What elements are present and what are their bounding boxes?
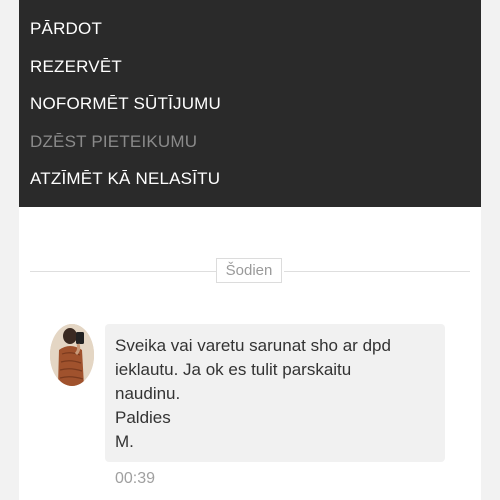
menu-item-reserve[interactable]: REZERVĒT [30,57,122,77]
menu-item-delete-request: DZĒST PIETEIKUMU [30,132,198,151]
message-bubble[interactable]: Sveika vai varetu sarunat sho ar dpd iek… [105,324,445,462]
message-line: Paldies [115,408,171,427]
menu-item-sell[interactable]: PĀRDOT [30,19,102,39]
avatar-photo-icon [50,324,94,386]
message-timestamp: 00:39 [115,470,156,487]
date-separator: Šodien [216,258,282,283]
avatar[interactable] [50,324,94,386]
context-menu: PĀRDOT REZERVĒT NOFORMĒT SŪTĪJUMU DZĒST … [19,0,481,207]
message-text: Sveika vai varetu sarunat sho ar dpd iek… [115,334,435,454]
message-line: ieklautu. Ja ok es tulit parskaitu [115,360,352,379]
menu-item-mark-unread[interactable]: ATZĪMĒT KĀ NELASĪTU [30,169,220,189]
chat-screen: PĀRDOT REZERVĒT NOFORMĒT SŪTĪJUMU DZĒST … [19,0,481,500]
message-line: naudinu. [115,384,181,403]
message-line: M. [115,432,134,451]
message-line: Sveika vai varetu sarunat sho ar dpd [115,336,391,355]
date-divider-right [284,271,470,272]
date-divider-left [30,271,216,272]
menu-item-arrange-shipment[interactable]: NOFORMĒT SŪTĪJUMU [30,94,221,114]
